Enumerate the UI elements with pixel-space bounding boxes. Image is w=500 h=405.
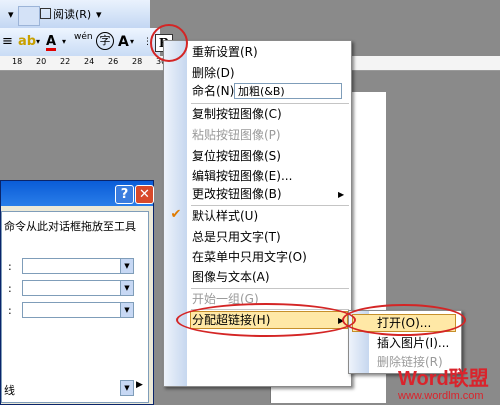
ruler-tick: 24: [84, 57, 95, 66]
annotation-circle: [342, 304, 466, 336]
dropdown-arrow-icon[interactable]: ▼: [120, 380, 134, 396]
dialog-instruction: 命令从此对话框拖放至工具: [4, 220, 136, 233]
menu-item-text-only-always[interactable]: 总是只用文字(T): [192, 228, 281, 246]
name-input[interactable]: 加粗(&B): [234, 83, 342, 99]
read-button-label: 阅读(R): [53, 8, 92, 21]
watermark: Word联盟 www.wordlm.com: [398, 368, 489, 402]
field-label: :: [8, 282, 12, 295]
dropdown-arrow-icon[interactable]: ▼: [120, 280, 134, 296]
dialog-field[interactable]: [22, 280, 124, 296]
font-color-dropdown-icon[interactable]: ▾: [62, 32, 66, 52]
watermark-brand: Word联盟: [398, 368, 489, 390]
enclose-char-button[interactable]: 字: [96, 32, 114, 50]
close-button[interactable]: ✕: [135, 185, 154, 204]
standard-toolbar: ▾ 阅读(R) ▾: [0, 0, 150, 29]
toolbar-chevron-icon[interactable]: ▾: [4, 6, 18, 24]
menu-item-reset-image[interactable]: 复位按钮图像(S): [192, 147, 281, 165]
dialog-field[interactable]: [22, 302, 124, 318]
dialog-bottom-label: 线: [4, 384, 15, 397]
annotation-circle: [176, 303, 356, 337]
menu-separator: [191, 103, 349, 104]
highlight-icon[interactable]: ab: [18, 32, 36, 52]
grow-font-button[interactable]: A: [118, 32, 129, 52]
highlight-dropdown-icon[interactable]: ▾: [36, 32, 40, 52]
menu-item-copy-image[interactable]: 复制按钮图像(C): [192, 105, 282, 123]
checkmark-icon: ✔: [170, 207, 182, 222]
help-button[interactable]: ?: [115, 185, 134, 204]
menu-item-name: 命名(N):: [192, 84, 239, 98]
customize-dialog: ? ✕ 命令从此对话框拖放至工具 : ▼ : ▼ : ▼ 线 ▼ ▶: [0, 180, 154, 405]
ruler-tick: 28: [132, 57, 143, 66]
justify-icon[interactable]: ≡: [2, 32, 13, 52]
phonetic-guide-button[interactable]: wén: [74, 32, 93, 52]
book-icon: [40, 8, 51, 19]
dialog-title-bar[interactable]: ? ✕: [1, 181, 154, 206]
grow-font-dropdown-icon[interactable]: ▾: [130, 32, 134, 52]
read-button[interactable]: 阅读(R): [36, 6, 95, 24]
menu-item-default-style[interactable]: 默认样式(U): [192, 207, 258, 225]
ruler-tick: 18: [12, 57, 23, 66]
menu-item-text-only-menus[interactable]: 在菜单中只用文字(O): [192, 248, 307, 266]
formatting-toolbar: ≡ ab ▾ A ▾ wén 字 A ▾ ⋮ B: [0, 28, 173, 57]
annotation-circle: [150, 24, 188, 62]
menu-item-change-image[interactable]: 更改按钮图像(B): [192, 185, 282, 203]
menu-separator: [191, 205, 349, 206]
menu-item-delete[interactable]: 删除(D): [192, 64, 235, 82]
menu-item-edit-image[interactable]: 编辑按钮图像(E)...: [192, 167, 292, 185]
dialog-panel: 命令从此对话框拖放至工具 : ▼ : ▼ : ▼ 线 ▼ ▶: [1, 211, 149, 403]
ruler-tick: 20: [36, 57, 47, 66]
ruler-tick: 22: [60, 57, 71, 66]
menu-item-paste-image: 粘贴按钮图像(P): [192, 128, 281, 142]
field-label: :: [8, 260, 12, 273]
font-color-button[interactable]: A: [46, 32, 57, 51]
menu-item-reset[interactable]: 重新设置(R): [192, 43, 258, 61]
watermark-url: www.wordlm.com: [398, 390, 484, 402]
field-label: :: [8, 304, 12, 317]
toolbar-overflow-icon[interactable]: ▾: [92, 6, 106, 24]
submenu-arrow-icon: ▶: [338, 190, 345, 199]
submenu-item-insert-picture[interactable]: 插入图片(I)...: [377, 334, 449, 352]
dropdown-arrow-icon[interactable]: ▼: [120, 302, 134, 318]
scroll-right-icon[interactable]: ▶: [136, 380, 143, 390]
menu-item-image-and-text[interactable]: 图像与文本(A): [192, 268, 270, 286]
dropdown-arrow-icon[interactable]: ▼: [120, 258, 134, 274]
ruler-tick: 26: [108, 57, 119, 66]
menu-separator: [191, 288, 349, 289]
dialog-field[interactable]: [22, 258, 124, 274]
